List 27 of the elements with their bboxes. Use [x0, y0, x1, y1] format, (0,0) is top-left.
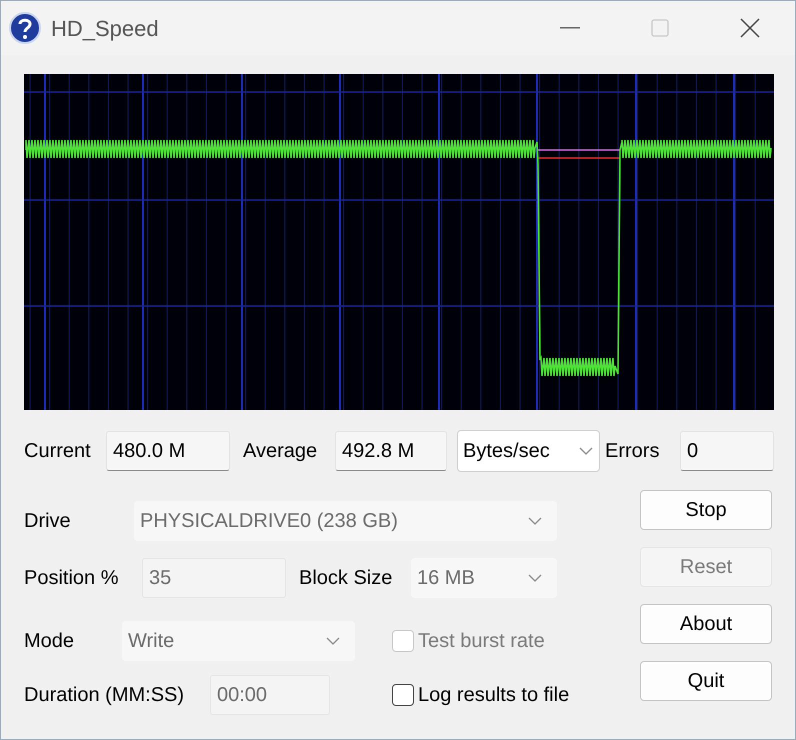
maximize-icon	[651, 19, 669, 37]
field-label: Average	[243, 439, 318, 464]
field-label: Drive	[24, 509, 72, 534]
dialog-button[interactable]: Stop	[640, 490, 772, 530]
field-label: Mode	[24, 629, 76, 654]
current-field[interactable]: 480.0 M	[106, 431, 230, 471]
minimize-icon	[560, 27, 580, 29]
chevron-down-icon	[578, 446, 594, 456]
close-icon	[740, 18, 760, 38]
unit-dropdown[interactable]: Bytes/sec	[457, 430, 600, 472]
chevron-down-icon	[325, 636, 341, 646]
errors-field[interactable]: 0	[680, 431, 774, 471]
field-label: Position %	[24, 566, 120, 591]
field-label: Current	[24, 439, 92, 464]
dialog-button[interactable]: About	[640, 604, 772, 644]
chevron-down-icon	[527, 573, 543, 583]
window-title: HD_Speed	[51, 14, 159, 43]
chevron-down-icon	[527, 516, 543, 526]
average-field[interactable]: 492.8 M	[335, 431, 447, 471]
checkbox-label: Log results to file	[418, 683, 570, 708]
field-label: Block Size	[299, 566, 394, 591]
field-label: Duration (MM:SS)	[24, 683, 186, 708]
field-label: Errors	[605, 439, 660, 464]
dialog-button[interactable]: Quit	[640, 661, 772, 701]
checkbox[interactable]	[392, 684, 414, 706]
help-question-icon	[9, 12, 41, 44]
checkbox-label: Test burst rate	[418, 629, 545, 654]
